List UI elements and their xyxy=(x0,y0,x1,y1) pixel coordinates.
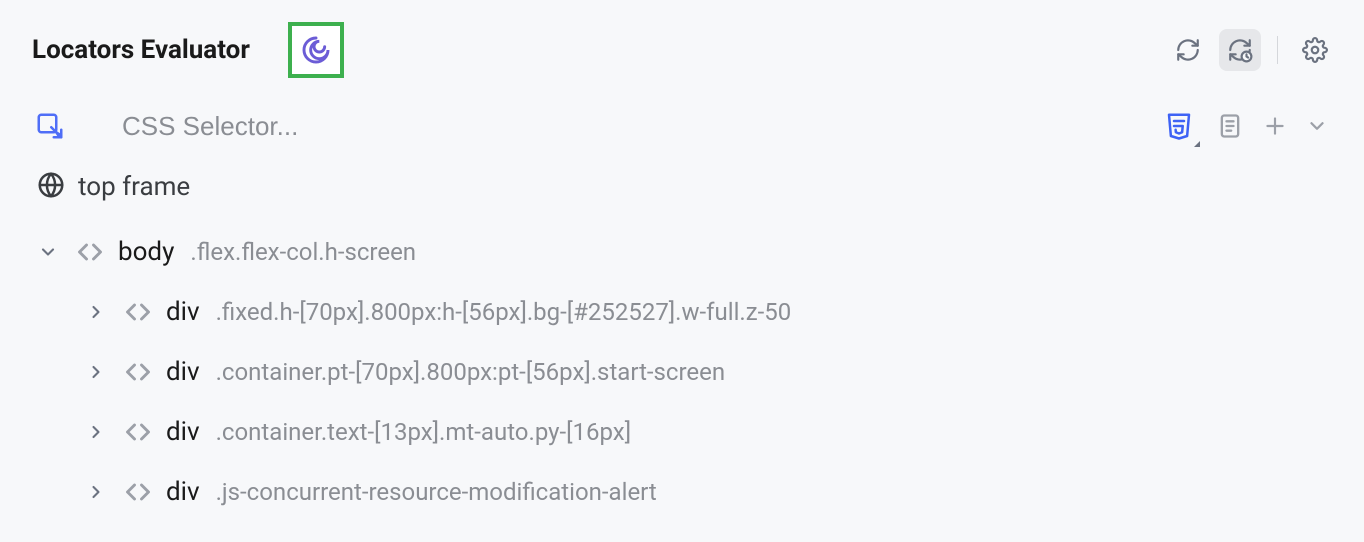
tree-row[interactable]: body .flex.flex-col.h-screen xyxy=(34,222,1344,282)
dom-tree: body .flex.flex-col.h-screen div .fixed.… xyxy=(0,216,1364,522)
tag-name: div xyxy=(166,417,200,447)
refresh-auto-icon[interactable] xyxy=(1219,29,1261,71)
web-inspector-icon[interactable] xyxy=(288,22,344,78)
add-icon[interactable] xyxy=(1262,113,1288,139)
settings-icon[interactable] xyxy=(1294,29,1336,71)
tree-row[interactable]: div .fixed.h-[70px].800px:h-[56px].bg-[#… xyxy=(34,282,1344,342)
selector-input[interactable] xyxy=(114,107,1146,146)
tag-classes: .flex.flex-col.h-screen xyxy=(190,238,416,266)
element-picker-icon[interactable] xyxy=(30,106,70,146)
tag-classes: .js-concurrent-resource-modification-ale… xyxy=(216,478,657,506)
chevron-right-icon[interactable] xyxy=(82,358,110,386)
tag-name: div xyxy=(166,297,200,327)
css-mode-icon[interactable] xyxy=(1160,107,1198,145)
tree-row[interactable]: div .container.text-[13px].mt-auto.py-[1… xyxy=(34,402,1344,462)
divider xyxy=(1277,36,1278,64)
frame-label[interactable]: top frame xyxy=(78,172,190,202)
tag-name: div xyxy=(166,357,200,387)
globe-icon xyxy=(36,170,66,204)
tag-classes: .fixed.h-[70px].800px:h-[56px].bg-[#2525… xyxy=(216,298,792,326)
refresh-icon[interactable] xyxy=(1167,29,1209,71)
element-icon xyxy=(122,296,154,328)
tag-name: div xyxy=(166,477,200,507)
tree-row[interactable]: div .container.pt-[70px].800px:pt-[56px]… xyxy=(34,342,1344,402)
page-title: Locators Evaluator xyxy=(32,35,250,65)
element-icon xyxy=(122,356,154,388)
tag-classes: .container.pt-[70px].800px:pt-[56px].sta… xyxy=(216,358,726,386)
element-icon xyxy=(74,236,106,268)
chevron-right-icon[interactable] xyxy=(82,478,110,506)
tree-row[interactable]: div .js-concurrent-resource-modification… xyxy=(34,462,1344,522)
tag-name: body xyxy=(118,237,174,267)
element-icon xyxy=(122,416,154,448)
expand-options-icon[interactable] xyxy=(1306,115,1328,137)
text-mode-icon[interactable] xyxy=(1216,112,1244,140)
chevron-right-icon[interactable] xyxy=(82,298,110,326)
chevron-down-icon[interactable] xyxy=(34,238,62,266)
tag-classes: .container.text-[13px].mt-auto.py-[16px] xyxy=(216,418,631,446)
chevron-right-icon[interactable] xyxy=(82,418,110,446)
element-icon xyxy=(122,476,154,508)
